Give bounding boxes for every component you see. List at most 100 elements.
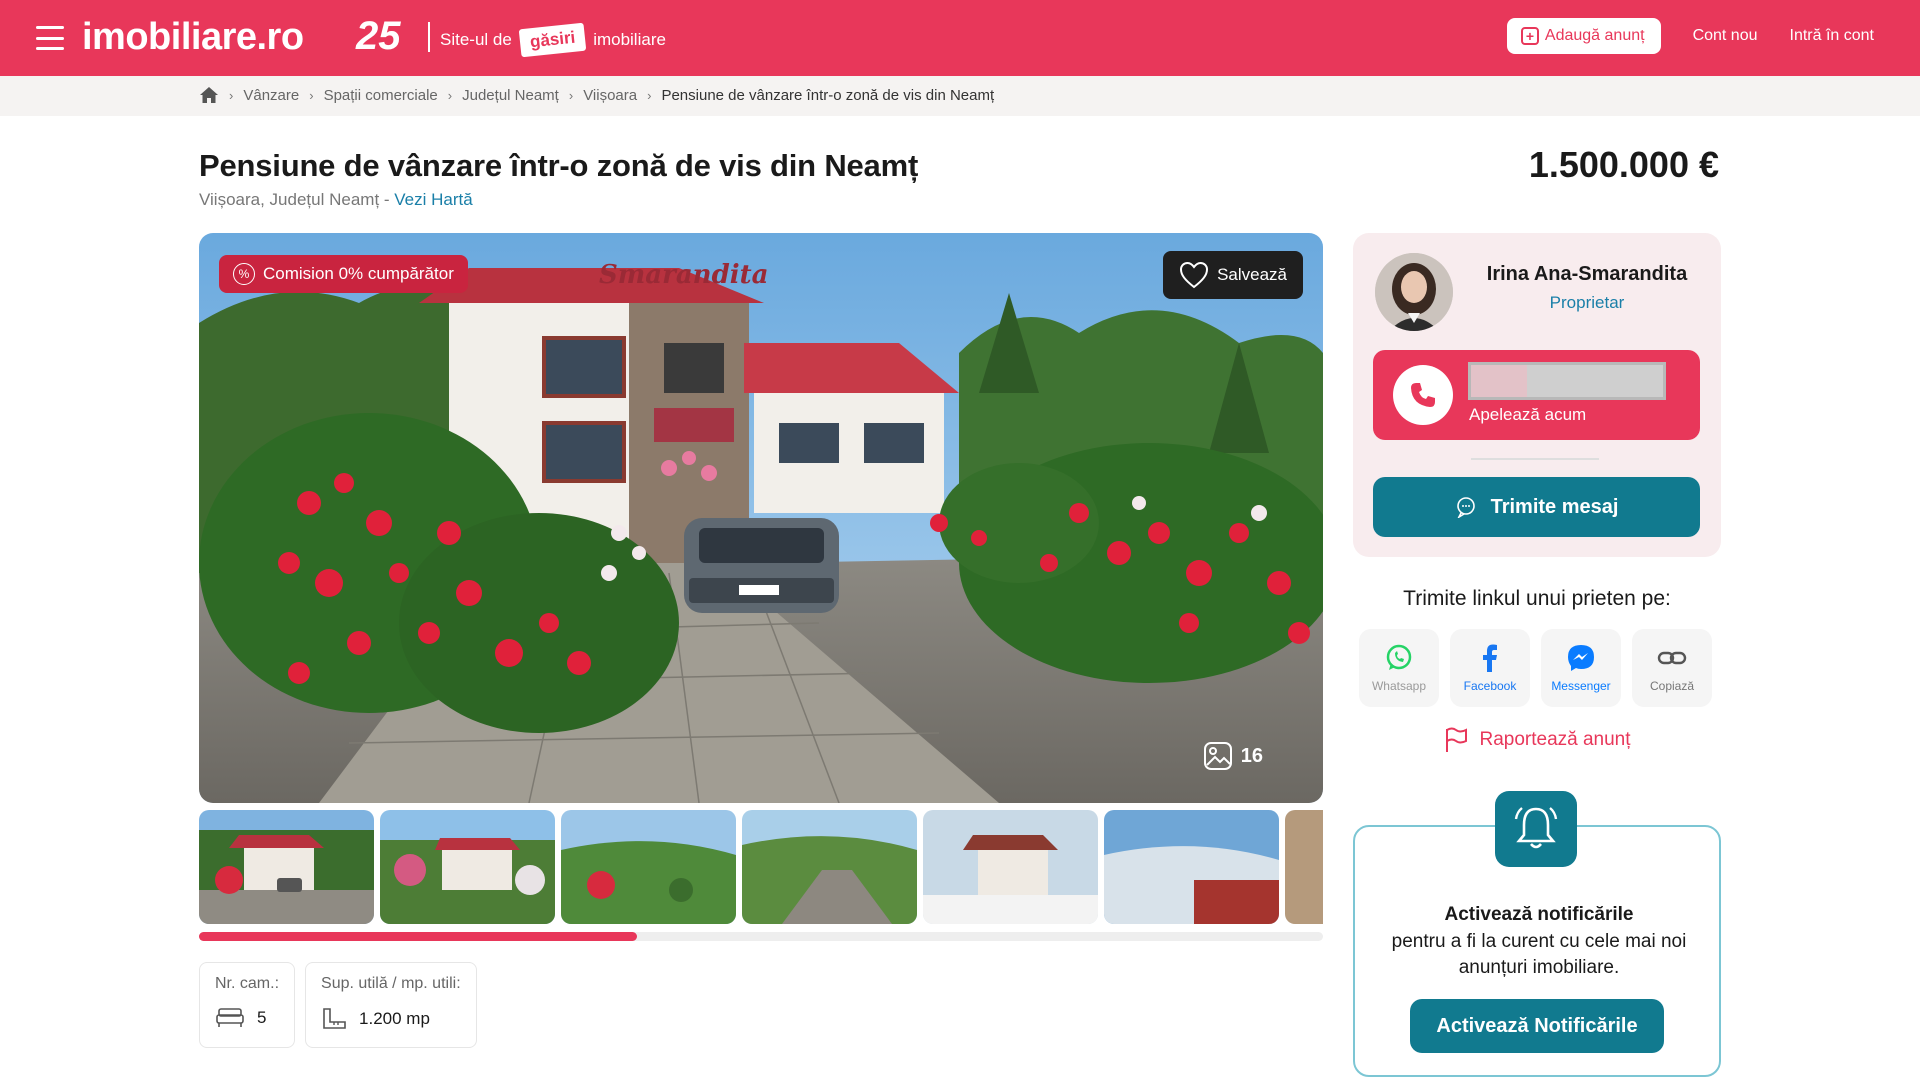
thumbnail[interactable]	[380, 810, 555, 924]
share-label: Facebook	[1463, 679, 1517, 693]
share-buttons: Whatsapp Facebook Messenger Copiază	[1359, 629, 1712, 707]
thumbnail-image	[742, 810, 917, 924]
header-actions: + Adaugă anunț Cont nou Intră în cont	[1506, 18, 1875, 54]
spec-area: Sup. utilă / mp. utili: 1.200 mp	[305, 962, 477, 1048]
agent-role: Proprietar	[1549, 293, 1625, 312]
location-separator: -	[379, 190, 395, 209]
phone-icon	[1393, 365, 1453, 425]
breadcrumb-item[interactable]: Județul Neamț	[462, 87, 559, 104]
share-title: Trimite linkul unui prieten pe:	[1403, 587, 1671, 610]
save-label: Salvează	[1217, 265, 1287, 284]
chevron-right-icon: ›	[447, 87, 453, 103]
login-link[interactable]: Intră în cont	[1790, 27, 1875, 45]
spec-value: 1.200 mp	[359, 1009, 430, 1028]
add-listing-button[interactable]: + Adaugă anunț	[1506, 18, 1661, 54]
svg-text:Smarandita: Smarandita	[599, 260, 769, 290]
link-icon	[1657, 651, 1687, 665]
spec-rooms: Nr. cam.: 5	[199, 962, 296, 1048]
tagline-prefix: Site-ul de	[440, 30, 512, 49]
avatar-photo	[1375, 253, 1453, 331]
breadcrumb-item[interactable]: Spații comerciale	[324, 87, 438, 104]
percent-icon: %	[233, 263, 255, 285]
enable-notifications-button[interactable]: Activează Notificările	[1410, 999, 1664, 1053]
main-photo[interactable]: Smarandita % Comision 0% cumpărător Salv…	[199, 233, 1323, 803]
send-message-label: Trimite mesaj	[1490, 495, 1619, 518]
share-label: Copiază	[1649, 679, 1695, 693]
chevron-right-icon: ›	[568, 87, 574, 103]
menu-icon[interactable]	[36, 26, 64, 50]
tagline-suffix: imobiliare	[593, 30, 666, 49]
photo-count[interactable]: 16	[1203, 741, 1263, 771]
anniversary-badge: 25	[356, 14, 430, 62]
area-icon	[323, 1008, 346, 1029]
avatar	[1375, 253, 1453, 331]
facebook-icon	[1483, 644, 1497, 672]
gallery-icon	[1203, 742, 1232, 770]
share-whatsapp-button[interactable]: Whatsapp	[1359, 629, 1439, 707]
chat-bubble-icon	[1456, 497, 1475, 518]
anniversary-number: 25	[356, 14, 401, 58]
tagline-highlight: găsiri	[518, 22, 587, 58]
home-icon[interactable]	[199, 86, 219, 104]
thumbnail[interactable]	[1285, 810, 1323, 924]
location-text: Viișoara, Județul Neamț	[199, 190, 380, 209]
chevron-right-icon: ›	[309, 87, 314, 103]
masked-phone-number	[1468, 362, 1666, 400]
share-facebook-button[interactable]: Facebook	[1450, 629, 1530, 707]
breadcrumb-item[interactable]: Vânzare	[243, 87, 299, 104]
messenger-icon	[1568, 645, 1594, 671]
save-button[interactable]: Salvează	[1163, 251, 1303, 299]
report-listing-link[interactable]: Raportează anunț	[1353, 727, 1721, 753]
thumbnail-image	[380, 810, 555, 924]
breadcrumb: › Vânzare › Spații comerciale › Județul …	[0, 76, 1920, 116]
thumbnail-image	[561, 810, 736, 924]
thumbnail[interactable]	[561, 810, 736, 924]
thumbnail[interactable]	[923, 810, 1098, 924]
new-account-link[interactable]: Cont nou	[1693, 27, 1758, 45]
thumbnail-image	[1285, 810, 1323, 924]
notifications-title: Activează notificările	[1444, 904, 1634, 925]
map-link[interactable]: Vezi Hartă	[394, 190, 472, 209]
thumbnail[interactable]	[742, 810, 917, 924]
breadcrumb-item[interactable]: Viișoara	[583, 87, 637, 104]
share-copy-button[interactable]: Copiază	[1632, 629, 1712, 707]
tagline: Site-ul de găsiri imobiliare	[440, 22, 666, 58]
spec-value-row: 1.200 mp	[321, 1007, 461, 1031]
spec-label: Nr. cam.:	[215, 975, 280, 992]
share-messenger-button[interactable]: Messenger	[1541, 629, 1621, 707]
contact-card: Irina Ana-Smarandita Proprietar Apelează…	[1353, 233, 1721, 557]
thumbnail[interactable]	[1104, 810, 1279, 924]
listing-price: 1.500.000 €	[1528, 144, 1719, 185]
top-navigation-bar: imobiliare.ro 25 Site-ul de găsiri imobi…	[0, 0, 1920, 76]
add-listing-label: Adaugă anunț	[1544, 27, 1645, 44]
house-photo-illustration: Smarandita	[199, 233, 1323, 803]
agent-name: Irina Ana-Smarandita	[1486, 263, 1688, 285]
thumbnail-image	[199, 810, 374, 924]
heart-icon	[1180, 261, 1209, 289]
listing-title: Pensiune de vânzare într-o zonă de vis d…	[199, 148, 919, 183]
share-label: Messenger	[1551, 679, 1611, 693]
gallery-scroll-progress[interactable]	[199, 932, 638, 941]
divider	[1471, 458, 1599, 460]
commission-label: Comision 0% cumpărător	[263, 264, 454, 283]
spec-value: 5	[257, 1008, 267, 1027]
breadcrumb-current: Pensiune de vânzare într-o zonă de vis d…	[661, 86, 995, 104]
call-button[interactable]: Apelează acum	[1373, 350, 1700, 440]
share-label: Whatsapp	[1371, 679, 1427, 693]
call-label: Apelează acum	[1469, 405, 1587, 424]
report-label: Raportează anunț	[1479, 729, 1631, 750]
chevron-right-icon: ›	[229, 87, 234, 103]
notifications-body: pentru a fi la curent cu cele mai noi an…	[1391, 931, 1687, 978]
badge-divider	[428, 22, 430, 52]
commission-badge: % Comision 0% cumpărător	[219, 255, 468, 293]
spec-label: Sup. utilă / mp. utili:	[321, 975, 461, 992]
listing-location: Viișoara, Județul Neamț - Vezi Hartă	[199, 190, 473, 210]
spec-value-row: 5	[215, 1007, 279, 1029]
thumbnail[interactable]	[199, 810, 374, 924]
send-message-button[interactable]: Trimite mesaj	[1373, 477, 1700, 537]
bell-icon	[1495, 791, 1577, 867]
whatsapp-icon	[1386, 644, 1412, 670]
site-logo[interactable]: imobiliare.ro	[82, 16, 304, 59]
gallery-scrollbar[interactable]	[199, 932, 1323, 941]
photo-count-value: 16	[1240, 744, 1263, 767]
